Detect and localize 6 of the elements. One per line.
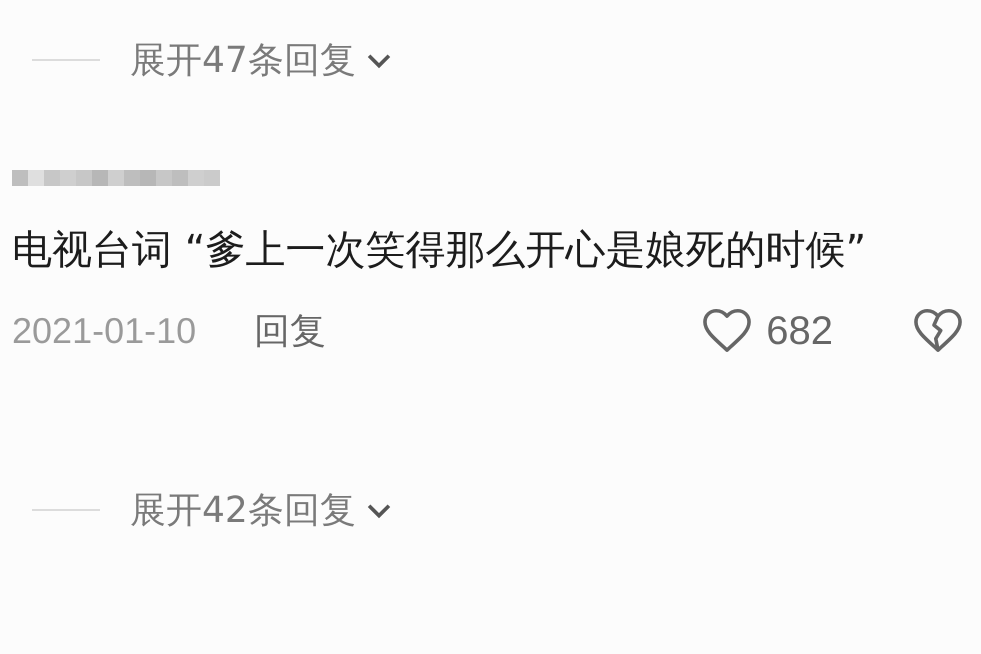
reply-button[interactable]: 回复	[254, 306, 326, 356]
comment-text: 电视台词 “爹上一次笑得那么开心是娘死的时候”	[12, 226, 868, 275]
expand-replies-button[interactable]: 展开47条回复	[130, 36, 396, 84]
expand-replies-button[interactable]: 展开42条回复	[130, 486, 396, 534]
comment-date: 2021-01-10	[12, 310, 196, 352]
like-button[interactable]: 682	[700, 304, 833, 358]
